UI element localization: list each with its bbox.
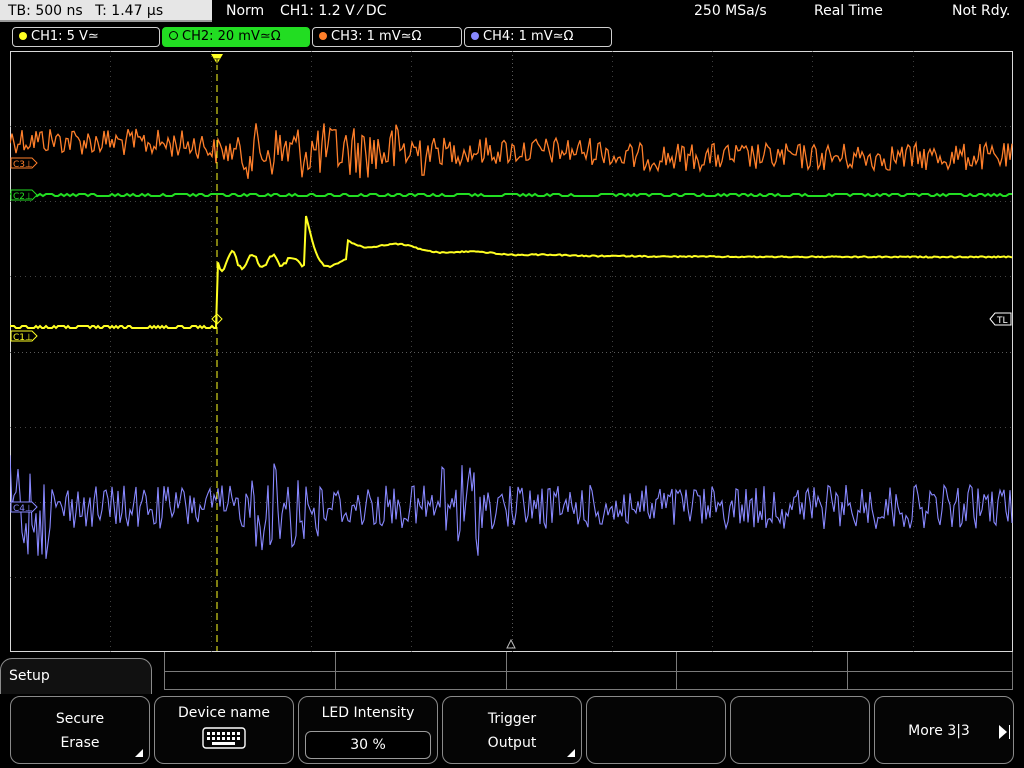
ch1-marker-label: C1⊥: [13, 333, 33, 343]
trigger-status: Not Rdy.: [952, 3, 1011, 19]
trigger-output-line2: Output: [487, 735, 537, 751]
keyboard-icon: [202, 727, 246, 749]
graticule-grid: [10, 51, 1013, 652]
ch1-label: CH1: 5 V≃: [31, 29, 99, 44]
ch2-color-dot: [169, 31, 178, 40]
trigger-position-label: T: [213, 58, 220, 68]
timebase-value: TB: 500 ns: [8, 3, 83, 19]
more-menu-label: More 3|3: [908, 723, 970, 739]
ch2-label: CH2: 20 mV≃Ω: [182, 29, 281, 44]
trigger-mode[interactable]: Norm: [226, 0, 264, 22]
empty-softkey-6[interactable]: [730, 696, 870, 764]
submenu-corner-icon: [567, 749, 575, 757]
trigger-level-marker: TL: [989, 312, 1012, 326]
submenu-corner-icon: [135, 749, 143, 757]
ch2-waveform: [10, 192, 1012, 198]
device-name-label: Device name: [177, 705, 271, 721]
ch4-ground-marker: C4⊥: [10, 501, 38, 514]
ch1-color-dot: [19, 32, 27, 40]
ch3-marker-label: C3⊥: [13, 160, 33, 170]
ch4-waveform: [10, 455, 1013, 559]
led-intensity-value[interactable]: 30 %: [305, 731, 431, 759]
trigger-level-label: TL: [996, 316, 1008, 326]
info-strip: [164, 652, 1013, 690]
horizontal-center-marker: [506, 638, 516, 649]
trigger-output-line1: Trigger: [487, 711, 537, 727]
led-intensity-label: LED Intensity: [321, 705, 415, 721]
secure-erase-line1: Secure: [55, 711, 105, 727]
timebase-box[interactable]: TB: 500 ns T: 1.47 µs: [0, 0, 212, 22]
ch1-ground-marker: C1⊥: [10, 330, 38, 343]
ch3-label: CH3: 1 mV≃Ω: [331, 29, 422, 44]
setup-menu-title: Setup: [0, 658, 152, 694]
ch3-ground-marker: C3⊥: [10, 157, 38, 170]
secure-erase-button[interactable]: Secure Erase: [10, 696, 150, 764]
channel-tab-ch3[interactable]: CH3: 1 mV≃Ω: [312, 27, 462, 47]
channel-tab-ch4[interactable]: CH4: 1 mV≃Ω: [464, 27, 612, 47]
trigger-time-value: T: 1.47 µs: [95, 3, 164, 19]
ch4-marker-label: C4⊥: [13, 504, 33, 514]
ch3-waveform: [10, 123, 1013, 179]
next-page-icon: [999, 725, 1007, 739]
status-bar: TB: 500 ns T: 1.47 µs Norm CH1: 1.2 V ⁄ …: [0, 0, 1024, 24]
device-name-button[interactable]: Device name: [154, 696, 294, 764]
ch4-label: CH4: 1 mV≃Ω: [483, 29, 574, 44]
more-menu-button[interactable]: More 3|3: [874, 696, 1014, 764]
waveform-canvas[interactable]: T C3⊥ C2⊥ C1⊥ C4⊥ TL: [10, 51, 1013, 652]
acquisition-mode: Real Time: [814, 3, 883, 19]
empty-softkey-5[interactable]: [586, 696, 726, 764]
ch4-color-dot: [471, 32, 479, 40]
channel-tab-ch1[interactable]: CH1: 5 V≃: [12, 27, 160, 47]
trigger-setting[interactable]: CH1: 1.2 V ⁄ DC: [280, 0, 386, 22]
channel-tab-ch2[interactable]: CH2: 20 mV≃Ω: [162, 27, 310, 47]
sample-rate: 250 MSa/s: [694, 3, 767, 19]
ch1-waveform: [10, 215, 1013, 330]
ch3-color-dot: [319, 32, 327, 40]
trigger-output-button[interactable]: Trigger Output: [442, 696, 582, 764]
led-intensity-button[interactable]: LED Intensity 30 %: [298, 696, 438, 764]
secure-erase-line2: Erase: [60, 735, 100, 751]
setup-title-text: Setup: [9, 668, 50, 684]
ch2-ground-marker: C2⊥: [10, 189, 38, 202]
ch2-marker-label: C2⊥: [13, 192, 33, 202]
